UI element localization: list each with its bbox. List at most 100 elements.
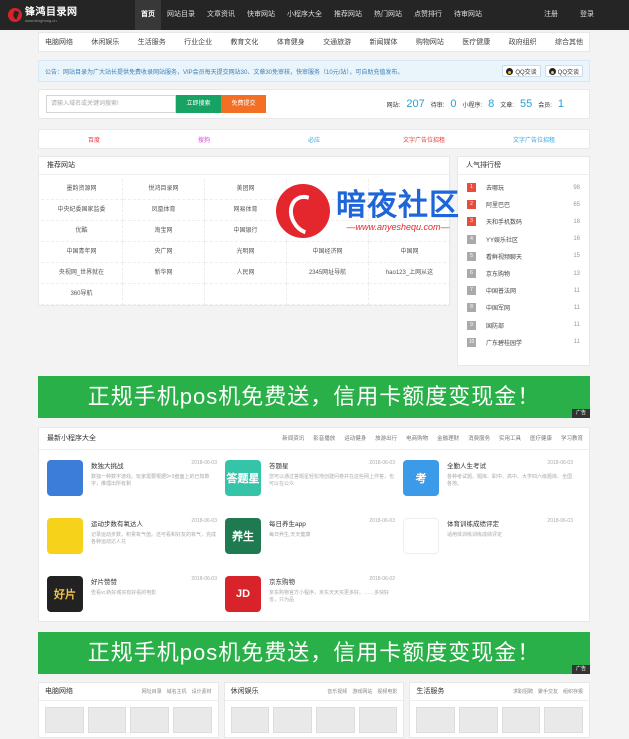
site-link[interactable]: 中国经济网 [287, 242, 369, 263]
site-thumbnail[interactable] [45, 707, 84, 733]
site-thumbnail[interactable] [273, 707, 313, 733]
app-name[interactable]: 好片赞赞 [91, 576, 117, 586]
mini-program-item[interactable]: 运动步数有氧达人 2018-06-03 记录运动步数，积累氧气值。还可看和好友的氧气… [47, 512, 225, 570]
panel-link[interactable]: 域名主机 [167, 689, 187, 695]
text-ad-link[interactable]: 文字广告位招租 [369, 135, 479, 144]
mini-tab[interactable]: 消费服务 [468, 436, 490, 442]
panel-link[interactable]: 游戏网站 [352, 689, 372, 695]
mini-tab[interactable]: 实用工具 [499, 436, 521, 442]
site-link[interactable]: 网易体育 [205, 200, 287, 221]
site-thumbnail[interactable] [87, 707, 127, 733]
panel-link[interactable]: 求职招聘 [513, 689, 533, 695]
ranking-item[interactable]: 9 国防部 11 [467, 317, 580, 334]
nav-item-home[interactable]: 首页 [135, 0, 161, 30]
site-link[interactable]: 优酷 [41, 221, 123, 242]
ranking-item[interactable]: 3 天和手机数码 18 [467, 213, 580, 230]
site-link[interactable]: 悦鸿目录网 [123, 179, 205, 200]
ranking-item[interactable]: 1 去哪玩 98 [467, 179, 580, 196]
panel-link[interactable]: 设计素材 [192, 689, 212, 695]
mini-tab[interactable]: 旅游出行 [375, 436, 397, 442]
nav-item-recommended[interactable]: 推荐网站 [328, 0, 368, 30]
ranking-item[interactable]: 5 看鲜视频聊天 15 [467, 248, 580, 265]
nav-item-fast-review[interactable]: 快审网站 [241, 0, 281, 30]
search-button[interactable]: 立即搜索 [176, 95, 221, 113]
site-link[interactable]: 淘宝网 [123, 221, 205, 242]
panel-link[interactable]: 聚手交友 [538, 689, 558, 695]
nav-item-pending[interactable]: 待审网站 [448, 0, 488, 30]
mini-tab[interactable]: 电商购物 [406, 436, 428, 442]
site-link[interactable]: 中央纪委国家监委 [41, 200, 123, 221]
mini-tab[interactable]: 金融理财 [437, 436, 459, 442]
text-ad-link[interactable]: 百度 [39, 135, 149, 144]
site-link[interactable]: hao123_上网从这 [369, 263, 451, 284]
category-item[interactable]: 休闲娱乐 [91, 37, 119, 47]
register-link[interactable]: 注册 [544, 0, 558, 30]
category-item[interactable]: 体育健身 [277, 37, 305, 47]
mini-program-item[interactable]: 答题星 答题星 2018-06-03 您可以通过答题星轻松地创建问卷并在这些网上作答，… [225, 454, 403, 512]
category-item[interactable]: 综合其他 [555, 37, 583, 47]
ranking-item[interactable]: 2 阿里巴巴 65 [467, 196, 580, 213]
app-name[interactable]: 数独大挑战 [91, 460, 124, 470]
app-name[interactable]: 京东购物 [269, 576, 295, 586]
site-thumbnail[interactable] [316, 707, 355, 733]
app-name[interactable]: 答题星 [269, 460, 289, 470]
site-link[interactable]: 中国银行 [205, 221, 287, 242]
category-item[interactable]: 政府组织 [509, 37, 537, 47]
site-logo[interactable]: 锋鸿目录网 www.fenghong.cn [8, 7, 93, 23]
mini-tab[interactable]: 运动健身 [344, 436, 366, 442]
mini-tab[interactable]: 学习教育 [561, 436, 583, 442]
text-ad-link[interactable]: 必应 [259, 135, 369, 144]
site-link[interactable]: 人民网 [205, 263, 287, 284]
nav-item-directory[interactable]: 网站目录 [161, 0, 201, 30]
site-link[interactable]: 中国网 [369, 242, 451, 263]
category-item[interactable]: 行业企业 [184, 37, 212, 47]
app-name[interactable]: 全勤人生考试 [447, 460, 486, 470]
ad-banner[interactable]: 正规手机pos机免费送，信用卡额度变现金！ 广告 [38, 376, 590, 418]
app-name[interactable]: 体育训练成绩评定 [447, 518, 499, 528]
site-link[interactable]: 光明网 [205, 242, 287, 263]
category-item[interactable]: 电脑网络 [45, 37, 73, 47]
site-thumbnail[interactable] [416, 707, 456, 733]
site-link[interactable]: 中国青年网 [41, 242, 123, 263]
site-link[interactable]: 央视网_世界就在 [41, 263, 123, 284]
site-link[interactable]: 360导航 [41, 284, 123, 305]
mini-program-item[interactable]: 考全勤人生考试 2018-06-03 各种考试题、题库、职中、高中、大学四六级题库、… [403, 454, 581, 512]
search-input[interactable]: 请输入域名或关键词搜索! [46, 95, 176, 113]
site-link[interactable]: 2345网址导航 [287, 263, 369, 284]
ranking-item[interactable]: 4 YY娱乐社区 16 [467, 231, 580, 248]
site-thumbnail[interactable] [501, 707, 541, 733]
category-item[interactable]: 购物网站 [416, 37, 444, 47]
app-name[interactable]: 每日养生app [269, 518, 306, 528]
panel-link[interactable]: 视频电影 [377, 689, 397, 695]
mini-program-item[interactable]: 数独大挑战 2018-06-03 数独一种数字游戏。玩家需要根据9×9盘面上的已知数… [47, 454, 225, 512]
ranking-item[interactable]: 10 广东碧桂园学 11 [467, 334, 580, 351]
panel-link[interactable]: 网址目录 [142, 689, 162, 695]
site-thumbnail[interactable] [173, 707, 212, 733]
category-item[interactable]: 生活服务 [138, 37, 166, 47]
app-name[interactable]: 运动步数有氧达人 [91, 518, 143, 528]
nav-item-articles[interactable]: 文章资讯 [201, 0, 241, 30]
text-ad-link[interactable]: 搜狗 [149, 135, 259, 144]
qq-chat-button[interactable]: QQ交谈 [544, 65, 583, 77]
ranking-item[interactable]: 8 中国军网 11 [467, 299, 580, 316]
site-thumbnail[interactable] [230, 707, 270, 733]
qq-chat-button[interactable]: QQ交谈 [502, 65, 541, 77]
category-item[interactable]: 教育文化 [230, 37, 258, 47]
submit-site-button[interactable]: 免费提交 [221, 95, 266, 113]
mini-tab[interactable]: 医疗健康 [530, 436, 552, 442]
mini-program-item[interactable]: 体育训练成绩评定 2018-06-03 适用体训练训练成绩评定 [403, 512, 581, 570]
site-link[interactable]: 墨韵资源网 [41, 179, 123, 200]
site-thumbnail[interactable] [358, 707, 398, 733]
site-link[interactable]: 凤凰体育 [123, 200, 205, 221]
ranking-item[interactable]: 7 中国普法网 11 [467, 282, 580, 299]
category-item[interactable]: 医疗健康 [462, 37, 490, 47]
ranking-item[interactable]: 6 京东购物 13 [467, 265, 580, 282]
nav-item-hot[interactable]: 热门网站 [368, 0, 408, 30]
panel-link[interactable]: 组织存报 [563, 689, 583, 695]
nav-item-likes[interactable]: 点赞排行 [408, 0, 448, 30]
site-link[interactable]: 央广网 [123, 242, 205, 263]
site-link[interactable]: 新华网 [123, 263, 205, 284]
site-thumbnail[interactable] [544, 707, 584, 733]
nav-item-mini-programs[interactable]: 小程序大全 [281, 0, 328, 30]
text-ad-link[interactable]: 文字广告位招租 [479, 135, 589, 144]
